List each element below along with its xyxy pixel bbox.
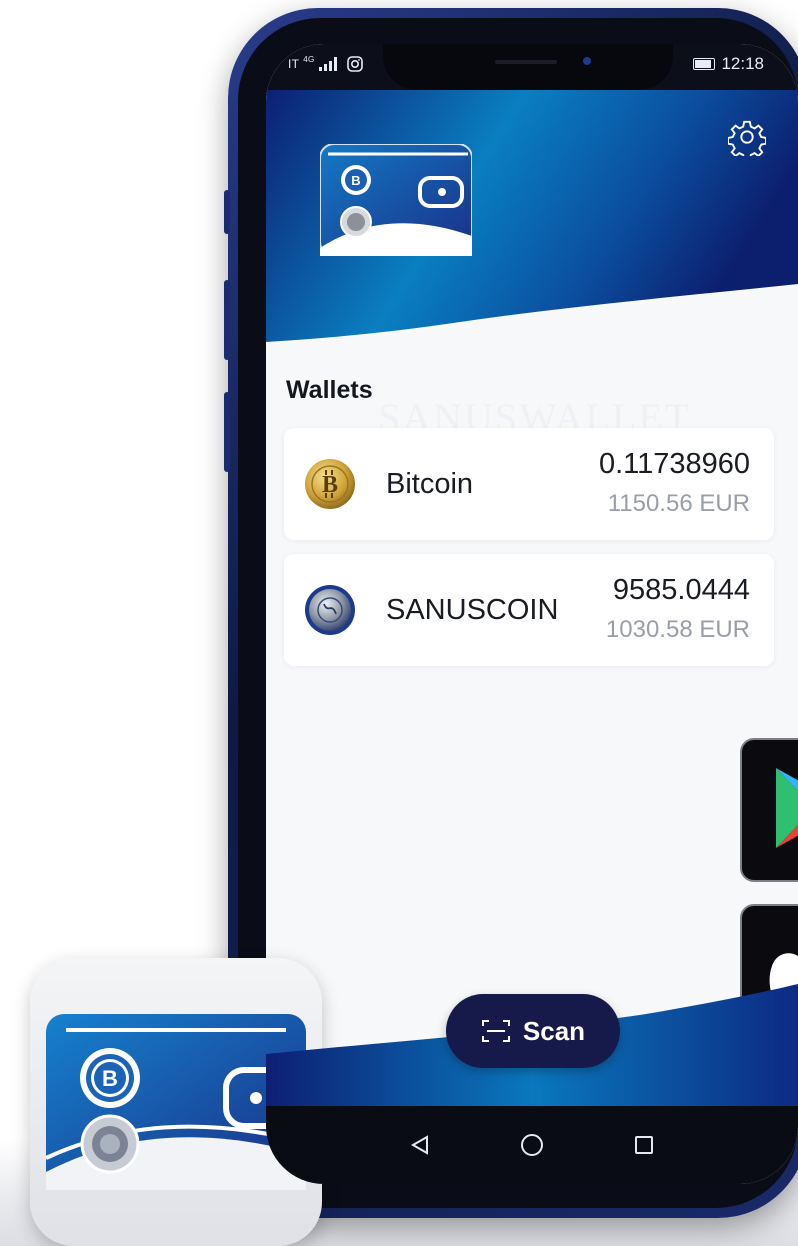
scan-icon <box>481 1020 510 1042</box>
speaker <box>495 60 557 64</box>
wallet-amount: 9585.0444 <box>612 574 750 606</box>
side-button-volume-up <box>224 280 230 360</box>
front-camera <box>583 57 591 65</box>
side-button-top <box>224 190 230 234</box>
instagram-icon <box>346 56 363 72</box>
back-triangle-icon <box>410 1135 428 1155</box>
google-play-icon <box>776 768 798 848</box>
status-right: 12:18 <box>693 54 764 74</box>
gear-icon[interactable] <box>728 118 766 156</box>
svg-text:B: B <box>351 173 360 188</box>
wallet-fiat-value: 1030.58 EUR <box>605 616 750 643</box>
recents-button[interactable] <box>588 1115 700 1175</box>
wallet-card-sanuscoin[interactable]: SANUSCOIN 9585.0444 1030.58 EUR <box>284 554 774 666</box>
home-circle-icon <box>521 1134 543 1156</box>
wallet-name: SANUSCOIN <box>386 594 559 626</box>
wallet-logo: B <box>320 144 472 256</box>
svg-text:B: B <box>322 472 338 498</box>
status-left: IT 4G <box>288 54 363 72</box>
home-button[interactable] <box>476 1115 588 1175</box>
scan-button[interactable]: Scan <box>446 994 620 1068</box>
recents-square-icon <box>635 1136 653 1154</box>
battery-icon <box>693 58 716 70</box>
navigation-bar <box>266 1106 798 1184</box>
phone-screen: IT 4G 12:18 B SANUSWALLET Wallets B Bitc… <box>266 44 798 1184</box>
network-label: 4G <box>303 54 315 64</box>
wallet-amount: 0.11738960 <box>598 448 750 480</box>
scan-label: Scan <box>522 1015 586 1046</box>
svg-text:B: B <box>102 1066 118 1091</box>
signal-icon <box>318 57 337 71</box>
sanuscoin-coin-icon <box>305 585 355 635</box>
back-button[interactable] <box>364 1115 476 1175</box>
clock: 12:18 <box>721 54 764 73</box>
bitcoin-coin-icon: B <box>305 459 355 509</box>
wallets-title: Wallets <box>286 376 373 404</box>
notch <box>383 44 673 90</box>
wallet-name: Bitcoin <box>386 468 474 500</box>
side-button-volume-down <box>224 392 230 472</box>
google-play-badge[interactable] <box>740 738 798 882</box>
wallet-fiat-value: 1150.56 EUR <box>607 490 750 517</box>
wallet-card-bitcoin[interactable]: B Bitcoin 0.11738960 1150.56 EUR <box>284 428 774 540</box>
carrier-label: IT <box>288 57 300 71</box>
